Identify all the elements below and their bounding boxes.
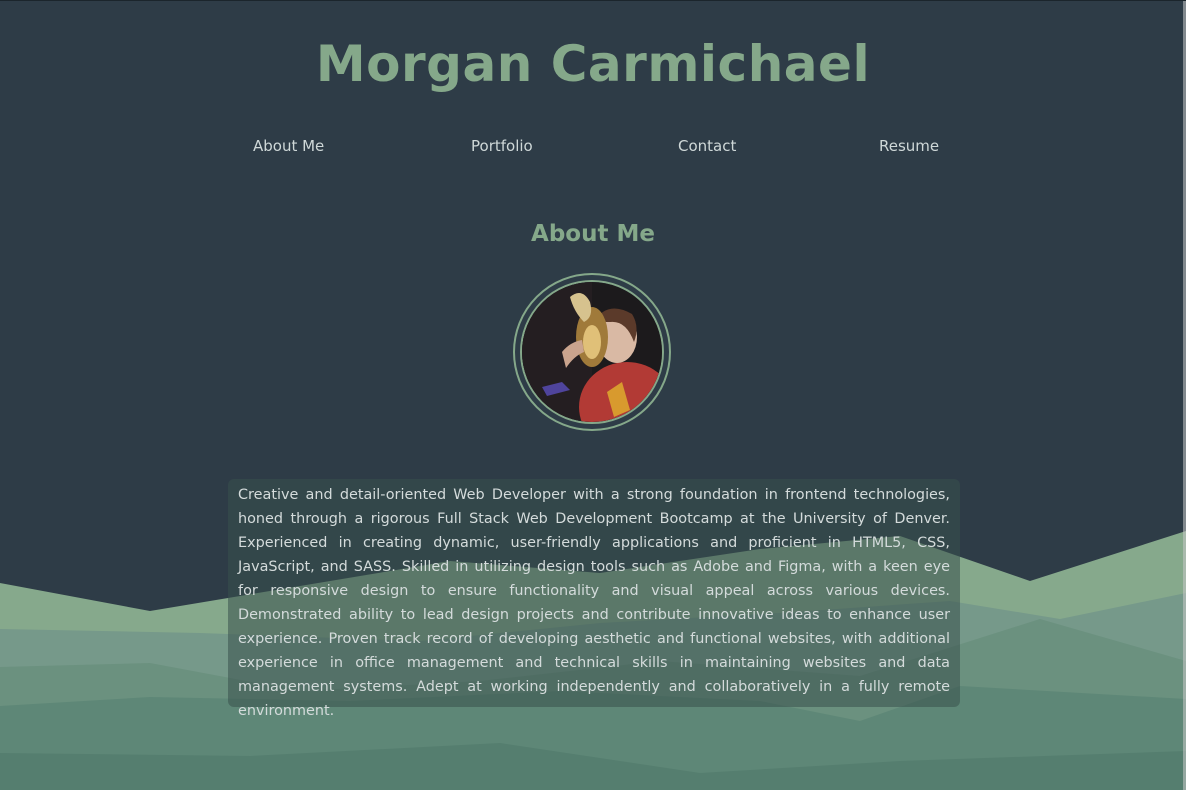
about-bio-text: Creative and detail-oriented Web Develop… [238,487,950,719]
nav-contact[interactable]: Contact [678,137,736,155]
avatar-frame [513,273,671,431]
profile-photo [520,280,664,424]
site-title: Morgan Carmichael [315,35,871,93]
nav-resume[interactable]: Resume [879,137,939,155]
about-heading: About Me [531,221,655,247]
main-nav: About Me Portfolio Contact Resume [0,137,1186,159]
nav-about-me[interactable]: About Me [253,137,324,155]
nav-portfolio[interactable]: Portfolio [471,137,533,155]
about-bio-card: Creative and detail-oriented Web Develop… [228,479,960,719]
page: Morgan Carmichael About Me Portfolio Con… [0,0,1186,790]
